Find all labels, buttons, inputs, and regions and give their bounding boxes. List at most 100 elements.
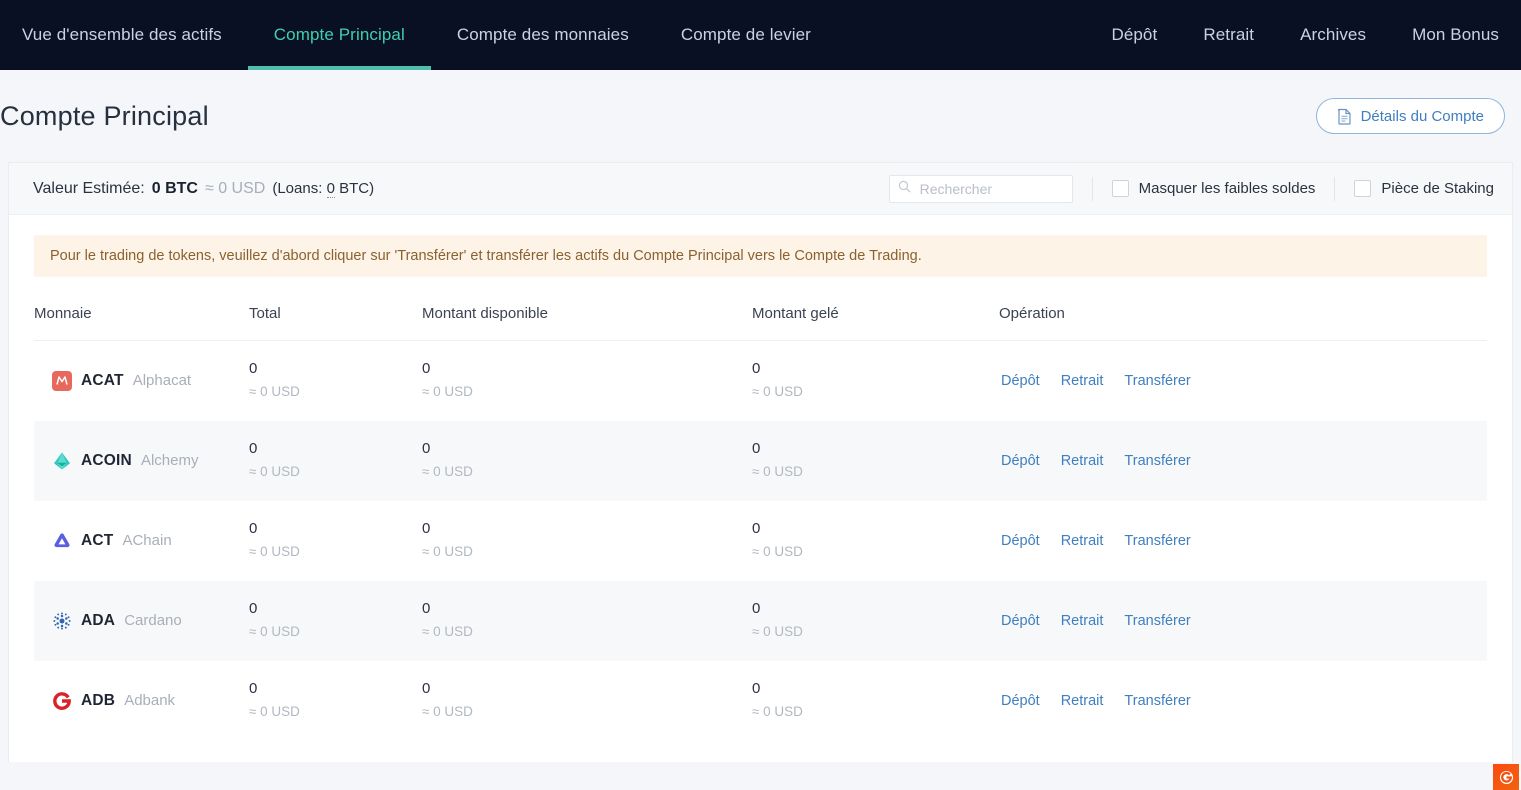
cell-frozen: 0 ≈ 0 USD bbox=[752, 581, 999, 661]
coin-symbol: ACAT bbox=[81, 371, 124, 389]
cell-total: 0 ≈ 0 USD bbox=[249, 661, 422, 741]
nav-item-label: Compte Principal bbox=[273, 25, 405, 44]
transfer-link[interactable]: Transférer bbox=[1124, 693, 1190, 709]
cell-available: 0 ≈ 0 USD bbox=[422, 501, 752, 581]
staking-coin-checkbox[interactable]: Pièce de Staking bbox=[1354, 180, 1494, 197]
amount-value: 0 bbox=[422, 680, 431, 698]
amount-usd: ≈ 0 USD bbox=[752, 543, 803, 559]
amount-value: 0 bbox=[249, 520, 258, 538]
top-navigation-bar: Vue d'ensemble des actifs Compte Principa… bbox=[0, 0, 1521, 70]
hide-small-balances-label: Masquer les faibles soldes bbox=[1138, 180, 1316, 197]
nav-item-label: Compte de levier bbox=[680, 25, 811, 44]
divider bbox=[1334, 176, 1336, 201]
amount-usd: ≈ 0 USD bbox=[249, 543, 300, 559]
checkbox-box[interactable] bbox=[1111, 180, 1129, 197]
primary-nav-group: Vue d'ensemble des actifs Compte Principa… bbox=[22, 0, 837, 70]
coin-identity: ACAT Alphacat bbox=[52, 370, 249, 391]
cell-frozen: 0 ≈ 0 USD bbox=[752, 421, 999, 501]
alert-container: Pour le trading de tokens, veuillez d'ab… bbox=[9, 215, 1512, 277]
amount-value: 0 bbox=[752, 600, 761, 618]
amount-usd: ≈ 0 USD bbox=[422, 703, 473, 719]
deposit-link[interactable]: Dépôt bbox=[1001, 453, 1040, 469]
nav-item-compte-des-monnaies[interactable]: Compte des monnaies bbox=[431, 0, 655, 70]
withdraw-link[interactable]: Retrait bbox=[1061, 373, 1104, 389]
search-box[interactable] bbox=[888, 174, 1073, 203]
staking-coin-label: Pièce de Staking bbox=[1381, 180, 1494, 197]
coin-symbol: ADA bbox=[81, 611, 116, 629]
column-header-total: Total bbox=[249, 277, 422, 341]
acoin-icon bbox=[54, 452, 70, 469]
loans-value[interactable]: 0 bbox=[326, 179, 335, 198]
cell-available: 0 ≈ 0 USD bbox=[422, 661, 752, 741]
transfer-notice-banner: Pour le trading de tokens, veuillez d'ab… bbox=[34, 235, 1487, 277]
coin-symbol: ADB bbox=[81, 691, 116, 709]
withdraw-link[interactable]: Retrait bbox=[1061, 693, 1104, 709]
withdraw-link[interactable]: Retrait bbox=[1061, 453, 1104, 469]
estimated-value-btc: 0 BTC bbox=[151, 179, 198, 197]
operation-links: Dépôt Retrait Transférer bbox=[999, 373, 1487, 389]
cell-coin: ACT AChain bbox=[34, 501, 249, 581]
withdraw-link[interactable]: Retrait bbox=[1061, 533, 1104, 549]
cell-operation: Dépôt Retrait Transférer bbox=[999, 501, 1487, 581]
coin-name: AChain bbox=[122, 532, 172, 549]
table-body: ACAT Alphacat 0 ≈ 0 USD 0 ≈ 0 USD 0 ≈ 0 USD Dépô… bbox=[34, 341, 1487, 741]
amount-value: 0 bbox=[752, 680, 761, 698]
page-title: Compte Principal bbox=[0, 100, 209, 131]
coin-name: Cardano bbox=[124, 612, 182, 629]
cell-available: 0 ≈ 0 USD bbox=[422, 421, 752, 501]
transfer-link[interactable]: Transférer bbox=[1124, 613, 1190, 629]
table-row: ACT AChain 0 ≈ 0 USD 0 ≈ 0 USD 0 ≈ 0 USD Dépôt Re… bbox=[34, 501, 1487, 581]
nav-item-mon-bonus[interactable]: Mon Bonus bbox=[1389, 0, 1499, 70]
nav-item-vue-d-ensemble-des-actifs[interactable]: Vue d'ensemble des actifs bbox=[22, 0, 248, 70]
estimated-value-usd: ≈ 0 USD bbox=[204, 179, 266, 197]
checkbox-box[interactable] bbox=[1354, 180, 1372, 197]
nav-item-compte-principal[interactable]: Compte Principal bbox=[247, 0, 431, 70]
amount-value: 0 bbox=[752, 440, 761, 458]
transfer-link[interactable]: Transférer bbox=[1124, 453, 1190, 469]
operation-links: Dépôt Retrait Transférer bbox=[999, 613, 1487, 629]
coin-identity: ACOIN Alchemy bbox=[52, 451, 249, 471]
deposit-link[interactable]: Dépôt bbox=[1001, 533, 1040, 549]
amount-usd: ≈ 0 USD bbox=[752, 384, 803, 400]
nav-item-retrait[interactable]: Retrait bbox=[1180, 0, 1277, 70]
account-details-button[interactable]: Détails du Compte bbox=[1315, 98, 1505, 134]
coin-symbol: ACT bbox=[81, 531, 114, 549]
widget-launcher-icon[interactable] bbox=[1493, 764, 1519, 790]
search-input[interactable] bbox=[917, 179, 1064, 198]
deposit-link[interactable]: Dépôt bbox=[1001, 613, 1040, 629]
table-header-row: Monnaie Total Montant disponible Montant… bbox=[34, 277, 1487, 341]
cell-operation: Dépôt Retrait Transférer bbox=[999, 341, 1487, 421]
divider bbox=[1091, 176, 1093, 201]
column-header-coin: Monnaie bbox=[34, 277, 249, 341]
withdraw-link[interactable]: Retrait bbox=[1061, 613, 1104, 629]
assets-table: Monnaie Total Montant disponible Montant… bbox=[34, 277, 1487, 741]
deposit-link[interactable]: Dépôt bbox=[1001, 373, 1040, 389]
table-row: ADB Adbank 0 ≈ 0 USD 0 ≈ 0 USD 0 ≈ 0 USD Dépôt Re… bbox=[34, 661, 1487, 741]
deposit-link[interactable]: Dépôt bbox=[1001, 693, 1040, 709]
coin-identity: ADB Adbank bbox=[52, 691, 249, 711]
cell-operation: Dépôt Retrait Transférer bbox=[999, 421, 1487, 501]
nav-item-label: Compte des monnaies bbox=[456, 25, 629, 44]
amount-usd: ≈ 0 USD bbox=[249, 384, 300, 400]
cell-frozen: 0 ≈ 0 USD bbox=[752, 661, 999, 741]
nav-item-label: Mon Bonus bbox=[1412, 25, 1499, 44]
amount-usd: ≈ 0 USD bbox=[249, 463, 300, 479]
cell-coin: ADB Adbank bbox=[34, 661, 249, 741]
cell-coin: ACOIN Alchemy bbox=[34, 421, 249, 501]
main-account-card: Valeur Estimée: 0 BTC ≈ 0 USD (Loans: 0 … bbox=[8, 162, 1513, 762]
coin-identity: ACT AChain bbox=[52, 531, 249, 551]
amount-usd: ≈ 0 USD bbox=[249, 623, 300, 639]
assets-table-container: Monnaie Total Montant disponible Montant… bbox=[9, 277, 1512, 741]
hide-small-balances-checkbox[interactable]: Masquer les faibles soldes bbox=[1111, 180, 1316, 197]
transfer-link[interactable]: Transférer bbox=[1124, 373, 1190, 389]
nav-item-label: Dépôt bbox=[1111, 25, 1158, 44]
nav-item-archives[interactable]: Archives bbox=[1277, 0, 1389, 70]
nav-item-label: Archives bbox=[1300, 25, 1367, 44]
column-header-available: Montant disponible bbox=[422, 277, 752, 341]
loans-suffix: BTC) bbox=[339, 179, 375, 197]
transfer-link[interactable]: Transférer bbox=[1124, 533, 1190, 549]
adb-icon bbox=[53, 691, 71, 710]
nav-item-compte-de-levier[interactable]: Compte de levier bbox=[655, 0, 837, 70]
coin-name: Adbank bbox=[124, 692, 176, 709]
nav-item-d-p-t[interactable]: Dépôt bbox=[1088, 0, 1180, 70]
